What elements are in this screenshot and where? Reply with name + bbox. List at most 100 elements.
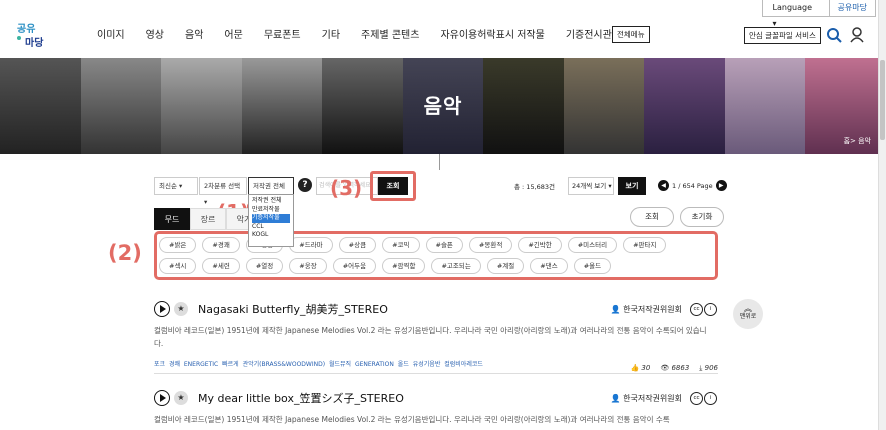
tag-chip[interactable]: #세련 — [202, 258, 240, 274]
language-select[interactable]: Language ▾ — [761, 0, 830, 28]
cc-license-icon: cc i — [690, 302, 718, 316]
tag-chip[interactable]: #웅장 — [289, 258, 327, 274]
utility-bar: Language ▾ 공유마당 — [761, 0, 876, 28]
user-icon[interactable] — [850, 27, 864, 43]
tag-search-button[interactable]: 조회 — [630, 207, 674, 227]
favorite-star-icon[interactable]: ★ — [174, 302, 188, 316]
sort-select[interactable]: 최신순 ▾ — [154, 177, 198, 195]
tag-chip[interactable]: #댄스 — [530, 258, 568, 274]
svg-text:공유: 공유 — [17, 23, 35, 35]
download-icon: ⤓ — [699, 364, 703, 372]
play-icon[interactable] — [154, 301, 170, 317]
help-icon[interactable]: ? — [298, 178, 312, 192]
tag-chip[interactable]: #슬픈 — [425, 237, 463, 253]
item-owner: 👤 한국저작권위원회 — [610, 393, 682, 403]
tag-chip[interactable]: #올드 — [573, 258, 612, 274]
tag-chip[interactable]: #열정 — [245, 258, 284, 274]
nav-item[interactable]: 영상 — [146, 26, 164, 41]
license-option[interactable]: CCL — [252, 223, 290, 232]
tag-reset-button[interactable]: 초기화 — [680, 207, 724, 227]
tag-chip[interactable]: #깜찍함 — [382, 258, 426, 274]
view-button[interactable]: 보기 — [618, 177, 646, 195]
chevron-up-icon: ︽ — [744, 304, 752, 313]
filter-tabs: 무드 장르 악기 — [154, 208, 262, 230]
site-logo[interactable]: 공유 마당 — [15, 20, 61, 50]
license-option[interactable]: 만료저작물 — [252, 206, 290, 215]
tab-1[interactable]: 장르 — [190, 208, 226, 230]
annotation-label-3: (3) — [330, 176, 363, 200]
license-dropdown: 저작권 전체 만료저작물 기증저작물 CCL KOGL — [248, 194, 294, 247]
nav-item[interactable]: 기타 — [322, 26, 340, 41]
annotation-label-2: (2) — [108, 241, 142, 265]
nav-item[interactable]: 음악 — [185, 26, 203, 41]
category-select[interactable]: 2차분류 선택 ▾ — [199, 177, 247, 206]
per-page-select[interactable]: 24개씩 보기 ▾ — [568, 177, 614, 195]
search-icon[interactable] — [826, 27, 842, 43]
tag-chip[interactable]: #상큼 — [338, 237, 377, 253]
item-description: 컬럼비아 레코드(일본) 1951년에 제작한 Japanese Melodie… — [154, 415, 670, 424]
back-to-top-label: 맨위로 — [739, 313, 757, 320]
tag-chip[interactable]: #밝은 — [159, 237, 197, 253]
views-stat: 👁 6863 — [660, 364, 689, 373]
language-label: Language — [772, 3, 813, 12]
page-indicator: 1 / 654 Page — [672, 181, 713, 190]
license-select[interactable]: 저작권 전체 ▾ — [248, 177, 294, 206]
music-item: ★ My dear little box_笠置シズ子_STEREO 👤 한국저작… — [154, 387, 718, 426]
tag-chip[interactable]: #코믹 — [382, 237, 420, 253]
play-icon[interactable] — [154, 390, 170, 406]
tag-chip[interactable]: #섹시 — [159, 258, 197, 274]
login-link[interactable]: 공유마당 — [829, 0, 876, 17]
tag-chip[interactable]: #고조되는 — [431, 258, 481, 274]
breadcrumb: 홈> 음악 — [843, 137, 871, 145]
license-option[interactable]: 기증저작물 — [252, 214, 290, 223]
nav-item[interactable]: 주제별 콘텐츠 — [361, 26, 419, 41]
item-title[interactable]: Nagasaki Butterfly_胡美芳_STEREO — [198, 301, 388, 317]
item-description: 컬럼비아 레코드(일본) 1951년에 제작한 Japanese Melodie… — [154, 326, 707, 348]
views-count: 6863 — [671, 364, 690, 372]
item-stats: 👍 30 👁 6863 ⤓ 906 — [630, 364, 718, 373]
tag-chip[interactable]: #어두움 — [332, 258, 377, 274]
music-item: ★ Nagasaki Butterfly_胡美芳_STEREO 👤 한국저작권위… — [154, 298, 718, 374]
eye-icon: 👁 — [660, 364, 670, 372]
search-button[interactable]: 조회 — [378, 177, 408, 195]
tag-chip[interactable]: #몽환적 — [468, 237, 513, 253]
cc-license-icon: cc i — [690, 391, 718, 405]
tag-chip[interactable]: #긴박한 — [518, 237, 562, 253]
license-option[interactable]: 저작권 전체 — [252, 197, 290, 206]
divider — [439, 154, 440, 170]
tag-chip[interactable]: #계절 — [486, 258, 525, 274]
prev-page-icon[interactable]: ◀ — [658, 180, 669, 191]
tag-panel: #밝은#경쾌#엉뚱#드라마#상큼#코믹#슬픈#몽환적#긴박한#미스터리#판타지#… — [154, 231, 718, 280]
hero-banner: 음악 홈> 음악 — [0, 58, 886, 154]
license-label: 저작권 전체 — [253, 182, 285, 190]
sort-label: 최신순 — [159, 182, 177, 190]
tag-chip[interactable]: #경쾌 — [202, 237, 240, 253]
downloads-count: 906 — [704, 364, 718, 372]
item-owner: 👤 한국저작권위원회 — [610, 304, 682, 314]
license-option[interactable]: KOGL — [252, 231, 290, 240]
likes-stat[interactable]: 👍 30 — [630, 364, 650, 373]
scrollbar-thumb[interactable] — [880, 60, 885, 140]
tag-chip[interactable]: #미스터리 — [567, 237, 618, 253]
item-title[interactable]: My dear little box_笠置シズ子_STEREO — [198, 390, 404, 406]
nav-item[interactable]: 기증전시관 — [566, 26, 612, 41]
likes-count: 30 — [641, 364, 651, 372]
nav-item[interactable]: 어문 — [224, 26, 242, 41]
tag-chip[interactable]: #판타지 — [623, 237, 667, 253]
scrollbar[interactable] — [878, 0, 886, 430]
back-to-top-button[interactable]: ︽ 맨위로 — [733, 299, 763, 329]
total-count: 총 : 15,683건 — [514, 183, 556, 191]
main-nav: 이미지 영상 음악 어문 무료폰트 기타 주제별 콘텐츠 자유이용허락표시 저작물 기증전시관 — [97, 26, 633, 41]
next-page-icon[interactable]: ▶ — [715, 180, 727, 191]
favorite-star-icon[interactable]: ★ — [174, 391, 188, 405]
downloads-stat[interactable]: ⤓ 906 — [699, 364, 718, 373]
category-label: 2차분류 선택 — [204, 182, 241, 190]
nav-item[interactable]: 자유이용허락표시 저작물 — [440, 26, 544, 41]
tag-chip[interactable]: #드라마 — [289, 237, 333, 253]
safe-font-service-button[interactable]: 안심 글꼴파일 서비스 — [744, 27, 821, 44]
tab-0[interactable]: 무드 — [154, 208, 190, 230]
all-menu-button[interactable]: 전체메뉴 — [612, 26, 650, 43]
nav-item[interactable]: 이미지 — [97, 26, 125, 41]
pagination: ◀ 1 / 654 Page ▶ — [658, 180, 727, 191]
nav-item[interactable]: 무료폰트 — [264, 26, 301, 41]
